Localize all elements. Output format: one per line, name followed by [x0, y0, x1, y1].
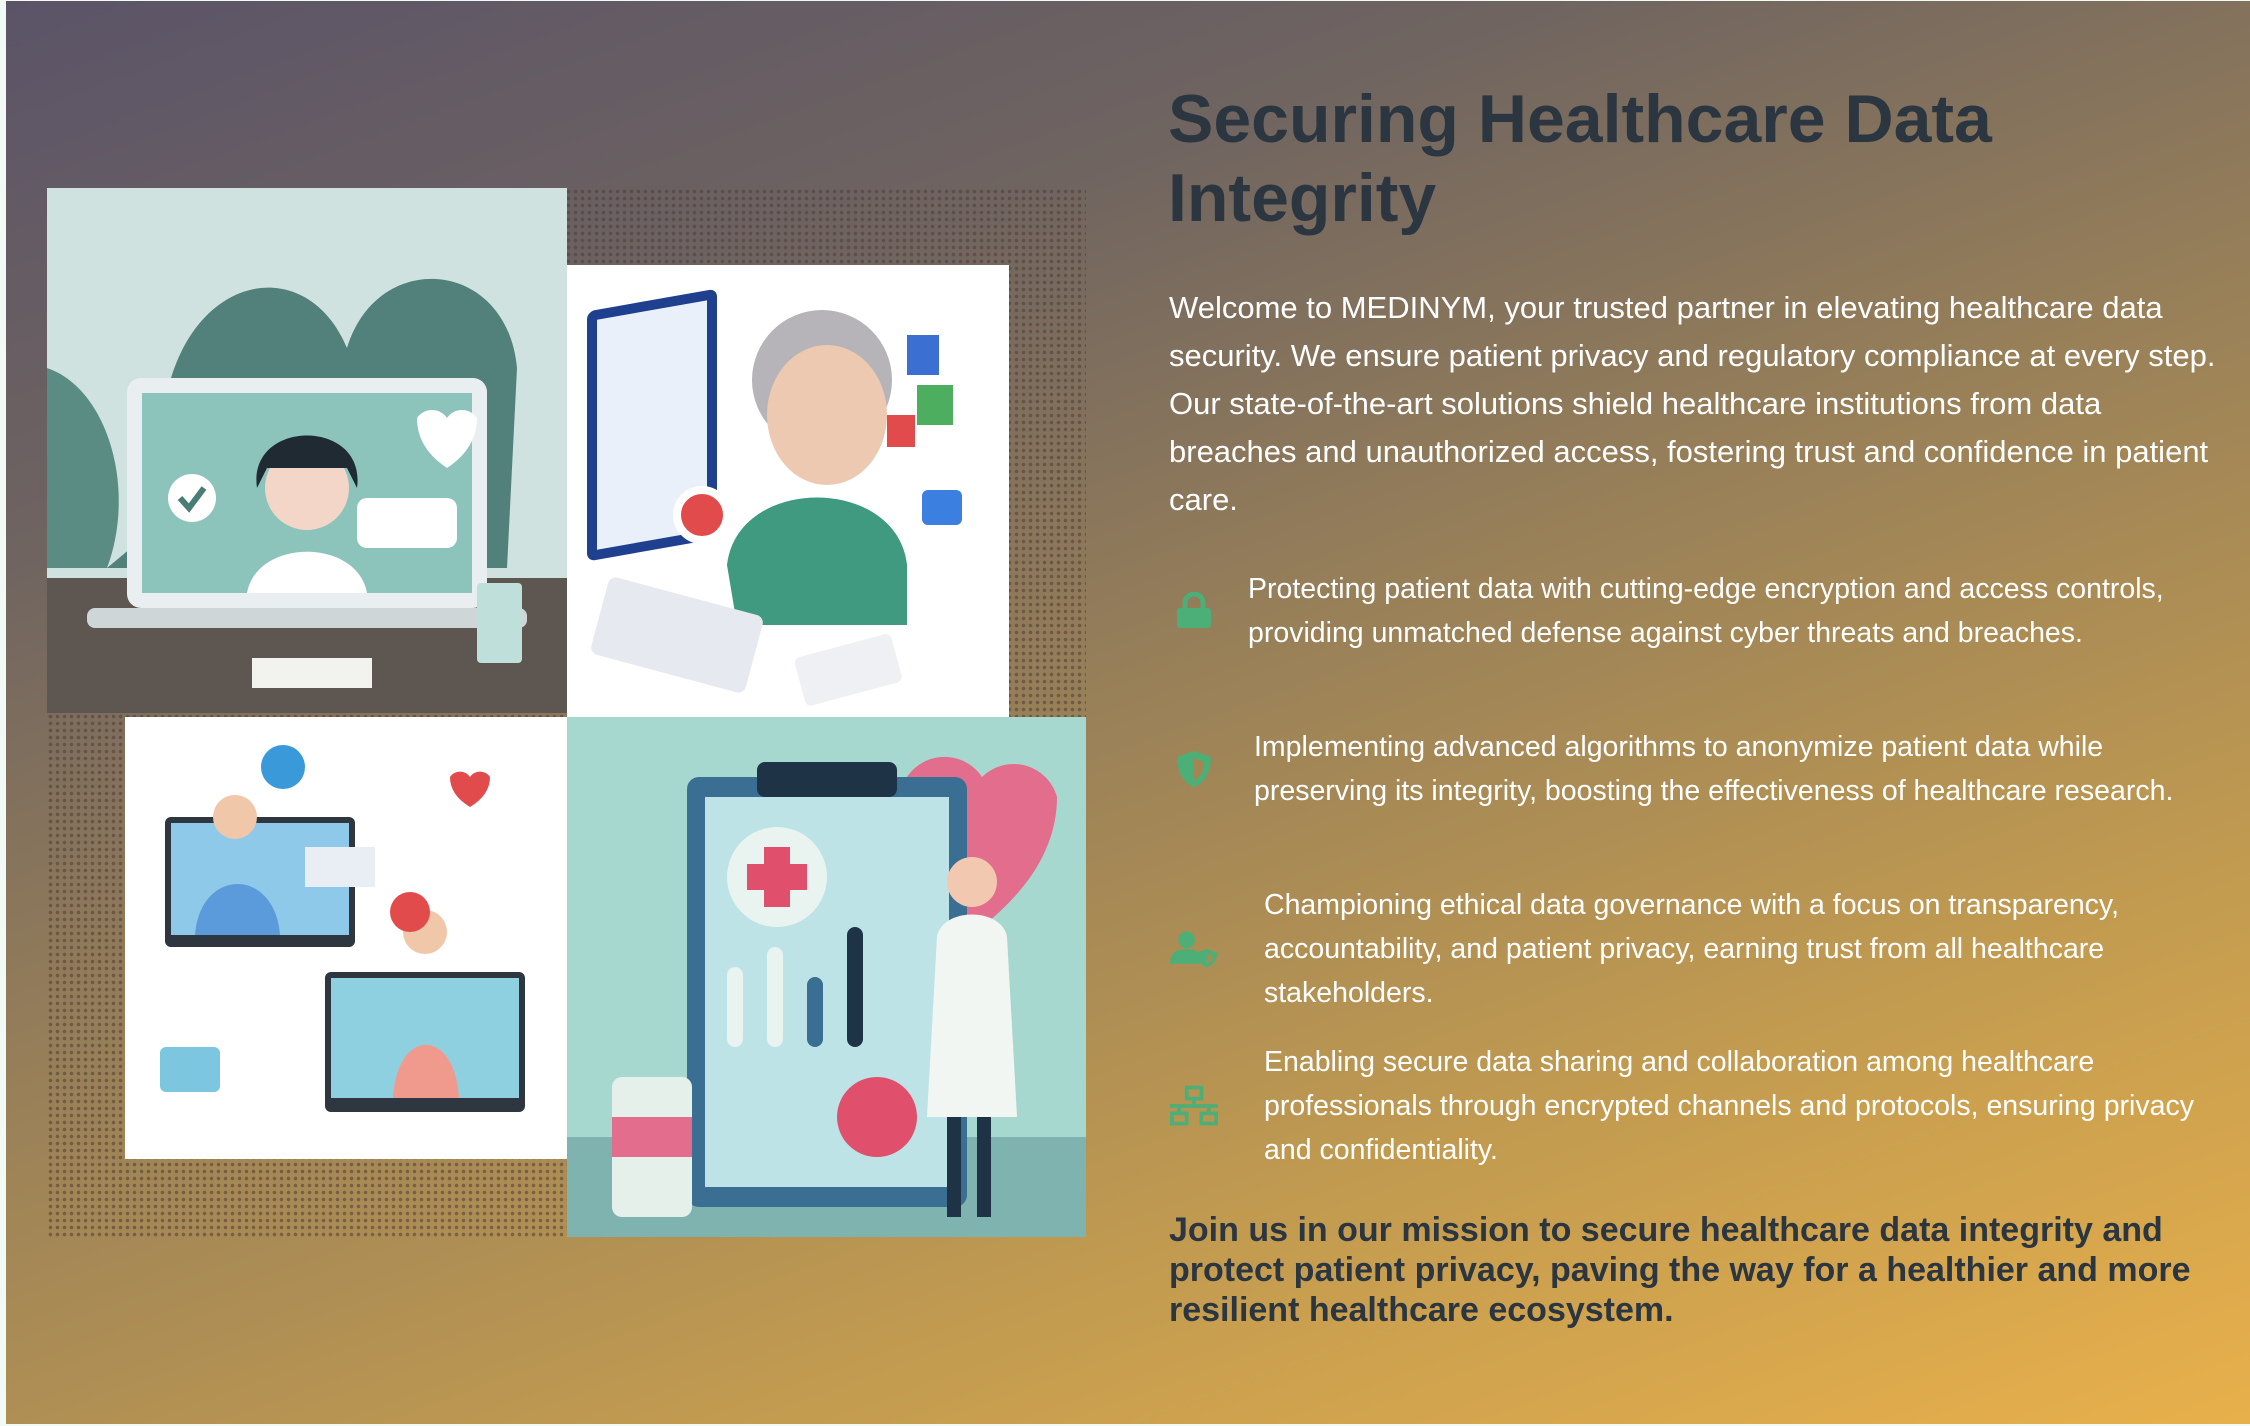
page-title: Securing Healthcare Data Integrity — [1168, 81, 1992, 236]
network-icon — [1170, 1085, 1218, 1127]
closing-statement: Join us in our mission to secure healthc… — [1169, 1211, 2191, 1329]
feature-text: Implementing advanced algorithms to anon… — [1254, 731, 2174, 807]
telemedicine-laptop-illustration — [47, 188, 567, 713]
feature-text: Protecting patient data with cutting-edg… — [1248, 573, 2164, 649]
medical-clipboard-doctor-illustration — [567, 717, 1086, 1237]
feature-governance: Championing ethical data governance with… — [1170, 883, 2230, 1015]
feature-text: Championing ethical data governance with… — [1264, 889, 2119, 1009]
intro-paragraph: Welcome to MEDINYM, your trusted partner… — [1169, 290, 2216, 517]
online-consultation-illustration — [125, 717, 567, 1159]
feature-encryption: Protecting patient data with cutting-edg… — [1170, 567, 2230, 655]
feature-text: Enabling secure data sharing and collabo… — [1264, 1046, 2194, 1166]
lock-icon — [1170, 592, 1218, 630]
elderly-patient-alert-illustration — [567, 265, 1009, 717]
feature-anonymization: Implementing advanced algorithms to anon… — [1170, 725, 2230, 813]
shield-icon — [1170, 749, 1218, 789]
feature-data-sharing: Enabling secure data sharing and collabo… — [1170, 1040, 2230, 1172]
user-shield-icon — [1170, 929, 1218, 969]
